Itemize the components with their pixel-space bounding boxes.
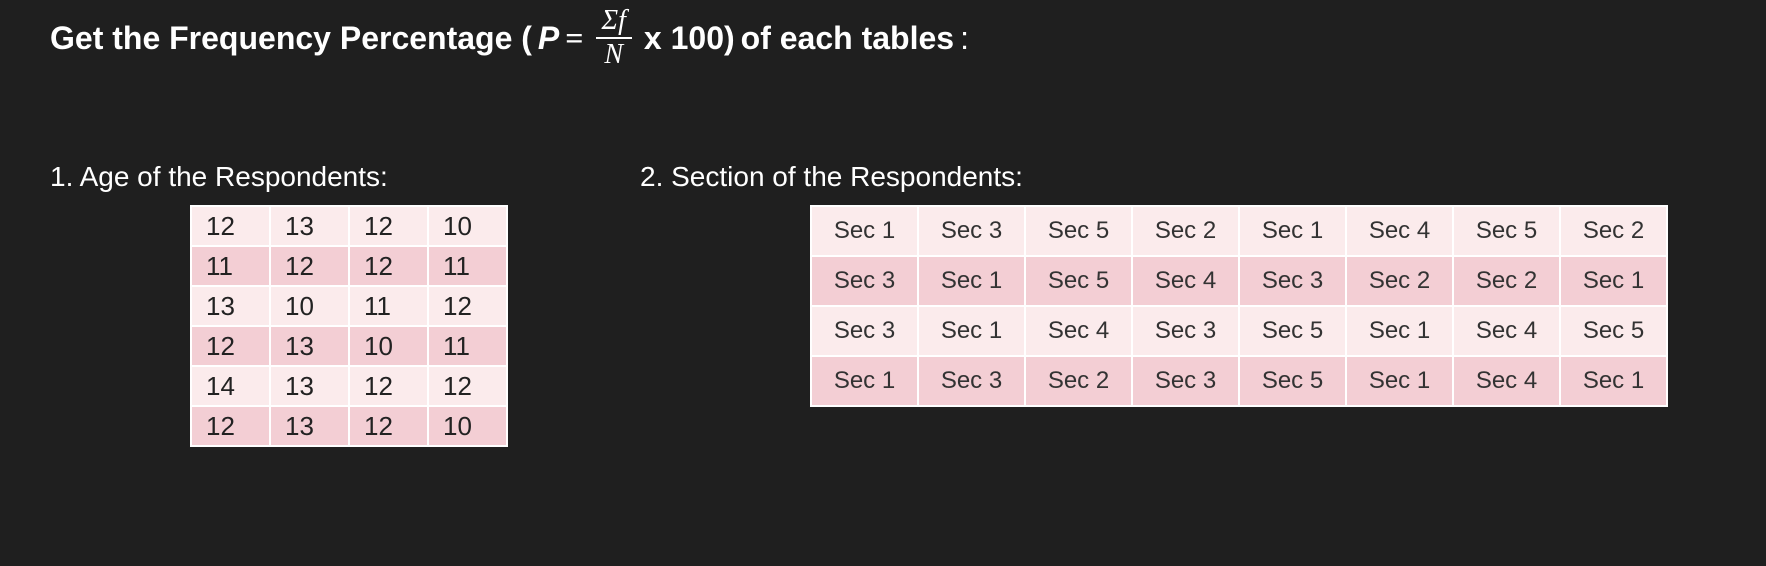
column-section: 2. Section of the Respondents: Sec 1 Sec… [640, 161, 1716, 447]
age-cell: 10 [349, 326, 428, 366]
age-cell: 12 [191, 206, 270, 246]
table-row: 12 13 12 10 [191, 406, 507, 446]
formula-p: P [538, 20, 559, 57]
section-cell: Sec 3 [811, 256, 918, 306]
section-cell: Sec 3 [811, 306, 918, 356]
formula-equals: = [565, 20, 583, 57]
age-cell: 13 [270, 406, 349, 446]
age-cell: 11 [349, 286, 428, 326]
section-cell: Sec 1 [811, 206, 918, 256]
section-cell: Sec 5 [1239, 306, 1346, 356]
page-title: Get the Frequency Percentage ( P = Σf N … [50, 5, 1716, 71]
age-cell: 12 [191, 326, 270, 366]
section-cell: Sec 2 [1025, 356, 1132, 406]
section-cell: Sec 4 [1132, 256, 1239, 306]
section-cell: Sec 4 [1453, 356, 1560, 406]
age-cell: 13 [270, 366, 349, 406]
age-cell: 11 [191, 246, 270, 286]
section-cell: Sec 4 [1346, 206, 1453, 256]
table-row: 14 13 12 12 [191, 366, 507, 406]
section-cell: Sec 3 [1239, 256, 1346, 306]
section-cell: Sec 1 [1560, 256, 1667, 306]
age-cell: 10 [428, 406, 507, 446]
age-cell: 12 [349, 206, 428, 246]
age-table: 12 13 12 10 11 12 12 11 13 10 11 12 12 1… [190, 205, 508, 447]
section-cell: Sec 4 [1453, 306, 1560, 356]
section-cell: Sec 2 [1346, 256, 1453, 306]
formula-numerator: Σf [596, 5, 632, 39]
table-row: Sec 3 Sec 1 Sec 4 Sec 3 Sec 5 Sec 1 Sec … [811, 306, 1667, 356]
column-age: 1. Age of the Respondents: 12 13 12 10 1… [50, 161, 610, 447]
age-cell: 13 [191, 286, 270, 326]
section-cell: Sec 1 [918, 256, 1025, 306]
table-row: 12 13 10 11 [191, 326, 507, 366]
formula-fraction: Σf N [596, 5, 632, 71]
age-cell: 10 [270, 286, 349, 326]
section-cell: Sec 1 [1346, 356, 1453, 406]
age-cell: 11 [428, 246, 507, 286]
heading-suffix-bold: of each tables [741, 20, 954, 57]
age-cell: 12 [349, 246, 428, 286]
section-cell: Sec 2 [1560, 206, 1667, 256]
age-title: 1. Age of the Respondents: [50, 161, 610, 193]
section-cell: Sec 5 [1453, 206, 1560, 256]
section-cell: Sec 1 [1346, 306, 1453, 356]
section-cell: Sec 1 [1560, 356, 1667, 406]
age-cell: 13 [270, 326, 349, 366]
section-cell: Sec 2 [1132, 206, 1239, 256]
table-row: Sec 1 Sec 3 Sec 2 Sec 3 Sec 5 Sec 1 Sec … [811, 356, 1667, 406]
section-cell: Sec 1 [1239, 206, 1346, 256]
age-cell: 13 [270, 206, 349, 246]
table-row: 13 10 11 12 [191, 286, 507, 326]
section-cell: Sec 5 [1025, 256, 1132, 306]
table-row: Sec 1 Sec 3 Sec 5 Sec 2 Sec 1 Sec 4 Sec … [811, 206, 1667, 256]
section-title: 2. Section of the Respondents: [640, 161, 1716, 193]
age-cell: 12 [428, 366, 507, 406]
section-cell: Sec 3 [918, 206, 1025, 256]
table-row: 12 13 12 10 [191, 206, 507, 246]
section-table: Sec 1 Sec 3 Sec 5 Sec 2 Sec 1 Sec 4 Sec … [810, 205, 1668, 407]
age-cell: 12 [191, 406, 270, 446]
section-cell: Sec 3 [1132, 356, 1239, 406]
age-cell: 12 [349, 406, 428, 446]
section-cell: Sec 5 [1560, 306, 1667, 356]
age-cell: 12 [349, 366, 428, 406]
heading-prefix: Get the Frequency Percentage ( [50, 20, 532, 57]
section-cell: Sec 1 [918, 306, 1025, 356]
section-cell: Sec 2 [1453, 256, 1560, 306]
section-cell: Sec 3 [918, 356, 1025, 406]
section-cell: Sec 3 [1132, 306, 1239, 356]
age-cell: 11 [428, 326, 507, 366]
age-cell: 10 [428, 206, 507, 246]
table-row: Sec 3 Sec 1 Sec 5 Sec 4 Sec 3 Sec 2 Sec … [811, 256, 1667, 306]
formula-denominator: N [598, 39, 629, 71]
section-cell: Sec 5 [1239, 356, 1346, 406]
section-cell: Sec 5 [1025, 206, 1132, 256]
formula-times: x 100) [644, 20, 735, 57]
age-cell: 12 [428, 286, 507, 326]
age-cell: 14 [191, 366, 270, 406]
section-cell: Sec 4 [1025, 306, 1132, 356]
table-row: 11 12 12 11 [191, 246, 507, 286]
content-columns: 1. Age of the Respondents: 12 13 12 10 1… [50, 161, 1716, 447]
section-cell: Sec 1 [811, 356, 918, 406]
heading-suffix: : [960, 20, 969, 57]
age-cell: 12 [270, 246, 349, 286]
